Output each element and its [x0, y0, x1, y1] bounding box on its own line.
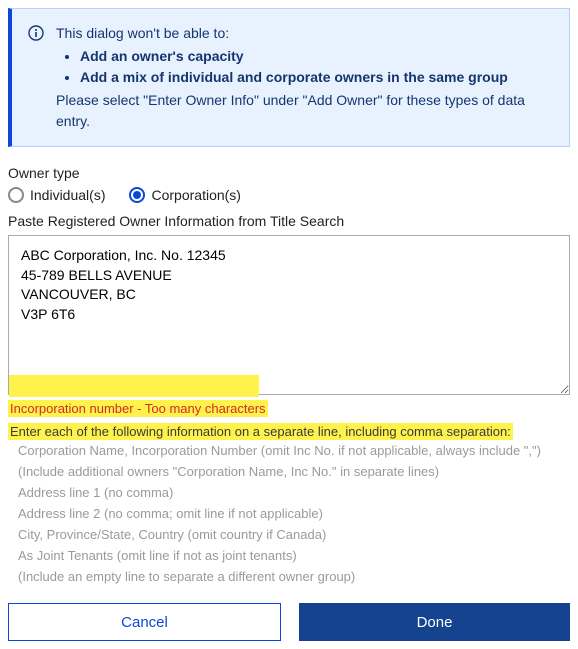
info-bullet: Add a mix of individual and corporate ow… — [80, 67, 553, 88]
radio-label: Individual(s) — [30, 187, 105, 203]
info-lead: This dialog won't be able to: — [56, 23, 553, 44]
instruction-line: (Include additional owners "Corporation … — [8, 461, 570, 482]
radio-label: Corporation(s) — [151, 187, 240, 203]
instruction-line: (Include an empty line to separate a dif… — [8, 566, 570, 587]
instructions-block: Enter each of the following information … — [8, 423, 570, 587]
instruction-line: City, Province/State, Country (omit coun… — [8, 524, 570, 545]
instructions-heading: Enter each of the following information … — [8, 423, 513, 440]
radio-icon — [129, 187, 145, 203]
owner-info-textarea[interactable] — [8, 235, 570, 395]
paste-label: Paste Registered Owner Information from … — [8, 213, 570, 229]
done-button[interactable]: Done — [299, 603, 570, 641]
radio-corporation[interactable]: Corporation(s) — [129, 187, 240, 203]
info-trail: Please select "Enter Owner Info" under "… — [56, 90, 553, 132]
info-bullet: Add an owner's capacity — [80, 46, 553, 67]
info-icon — [28, 25, 44, 41]
info-alert: This dialog won't be able to: Add an own… — [8, 8, 570, 147]
owner-info-textarea-wrap — [8, 235, 570, 398]
cancel-button[interactable]: Cancel — [8, 603, 281, 641]
radio-individual[interactable]: Individual(s) — [8, 187, 105, 203]
instruction-line: Address line 1 (no comma) — [8, 482, 570, 503]
instruction-line: Corporation Name, Incorporation Number (… — [8, 440, 570, 461]
owner-type-label: Owner type — [8, 165, 570, 181]
info-content: This dialog won't be able to: Add an own… — [56, 23, 553, 132]
instruction-line: As Joint Tenants (omit line if not as jo… — [8, 545, 570, 566]
dialog-buttons: Cancel Done — [8, 603, 570, 641]
validation-error: Incorporation number - Too many characte… — [8, 400, 268, 417]
owner-type-radios: Individual(s) Corporation(s) — [8, 187, 570, 203]
instruction-line: Address line 2 (no comma; omit line if n… — [8, 503, 570, 524]
radio-icon — [8, 187, 24, 203]
